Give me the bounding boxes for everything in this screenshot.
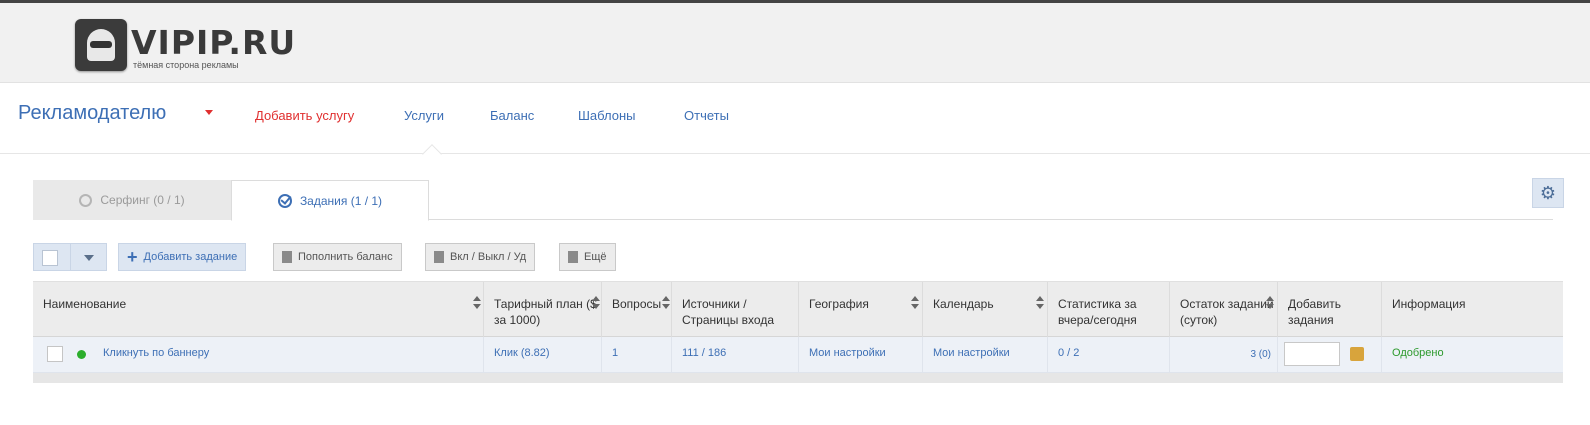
task-name-link[interactable]: Кликнуть по баннеру: [103, 347, 209, 359]
toolbar: + Добавить задание Пополнить баланс Вкл …: [33, 243, 733, 271]
cell-add: [1277, 337, 1381, 373]
status-dot-icon: [77, 350, 86, 359]
col-add-label: Добавить задания: [1288, 297, 1342, 327]
add-tasks-input[interactable]: [1284, 342, 1340, 366]
cell-info: Одобрено: [1381, 337, 1563, 373]
col-stats-label: Статистика за вчера/сегодня: [1058, 297, 1137, 327]
select-all-dropdown[interactable]: [33, 243, 107, 271]
sort-icon[interactable]: [1036, 296, 1044, 310]
chevron-down-icon[interactable]: [84, 255, 94, 261]
nav-add-service[interactable]: Добавить услугу: [255, 108, 354, 123]
cell-questions[interactable]: 1: [601, 337, 671, 373]
nav-reports[interactable]: Отчеты: [684, 108, 729, 123]
caret-down-icon[interactable]: [205, 110, 213, 115]
col-calendar[interactable]: Календарь: [922, 282, 1047, 338]
settings-button[interactable]: ⚙: [1532, 178, 1564, 208]
stats-value[interactable]: 0 / 2: [1058, 347, 1079, 359]
col-questions[interactable]: Вопросы: [601, 282, 671, 338]
top-up-button[interactable]: Пополнить баланс: [273, 243, 402, 271]
plan-value[interactable]: Клик (8.82): [494, 347, 550, 359]
logo-tagline: тёмная сторона рекламы: [133, 60, 239, 70]
select-all-checkbox[interactable]: [42, 250, 58, 266]
col-plan[interactable]: Тарифный план ($ за 1000): [483, 282, 601, 338]
on-off-delete-label: Вкл / Выкл / Уд: [450, 251, 527, 263]
logo-text: VIPIP.RU: [131, 23, 297, 62]
calendar-value[interactable]: Мои настройки: [933, 347, 1010, 359]
col-sources-label: Источники / Страницы входа: [682, 297, 774, 327]
col-geo-label: География: [809, 297, 869, 311]
table-header: Наименование Тарифный план ($ за 1000) В…: [33, 281, 1563, 338]
col-add: Добавить задания: [1277, 282, 1381, 338]
row-checkbox[interactable]: [47, 346, 63, 362]
user-icon: [568, 251, 578, 263]
sort-icon[interactable]: [662, 296, 670, 310]
sort-icon[interactable]: [1266, 296, 1274, 310]
questions-value[interactable]: 1: [612, 347, 618, 359]
cell-calendar[interactable]: Мои настройки: [922, 337, 1047, 373]
tab-tasks[interactable]: Задания (1 / 1): [231, 180, 429, 221]
sort-icon[interactable]: [592, 296, 600, 310]
table-footer: [33, 373, 1563, 383]
status-badge: Одобрено: [1392, 347, 1444, 359]
active-pointer: [422, 144, 442, 164]
main-nav: Рекламодателю Добавить услугу Услуги Бал…: [0, 84, 1590, 164]
col-remaining[interactable]: Остаток заданий (суток): [1169, 282, 1277, 338]
col-name-label: Наименование: [43, 297, 127, 311]
cell-geo[interactable]: Мои настройки: [798, 337, 922, 373]
more-label: Ещё: [584, 251, 607, 263]
plus-icon: +: [127, 247, 138, 267]
col-calendar-label: Календарь: [933, 297, 994, 311]
tab-tasks-label: Задания (1 / 1): [299, 193, 383, 208]
col-geo[interactable]: География: [798, 282, 922, 338]
table-row: Кликнуть по баннеру Клик (8.82) 1 111 / …: [33, 337, 1563, 373]
cell-stats[interactable]: 0 / 2: [1047, 337, 1169, 373]
site-header: VIPIP.RU тёмная сторона рекламы: [0, 3, 1590, 83]
col-plan-label: Тарифный план ($ за 1000): [494, 297, 597, 327]
circle-icon: [79, 193, 93, 207]
wallet-icon: [282, 251, 292, 263]
power-icon: [434, 251, 444, 263]
divider: [70, 244, 71, 270]
tab-surfing-label: Серфинг (0 / 1): [100, 193, 185, 207]
col-info: Информация: [1381, 282, 1563, 338]
cell-plan[interactable]: Клик (8.82): [483, 337, 601, 373]
col-sources: Источники / Страницы входа: [671, 282, 798, 338]
top-up-label: Пополнить баланс: [298, 251, 393, 263]
cell-name: Кликнуть по баннеру: [33, 337, 483, 373]
check-circle-icon: [277, 193, 292, 208]
more-button[interactable]: Ещё: [559, 243, 616, 271]
geo-value[interactable]: Мои настройки: [809, 347, 886, 359]
nav-advertiser-menu[interactable]: Рекламодателю: [18, 102, 166, 125]
add-task-label: Добавить задание: [143, 251, 238, 263]
add-task-button[interactable]: + Добавить задание: [118, 243, 247, 271]
col-name[interactable]: Наименование: [33, 282, 483, 338]
nav-balance[interactable]: Баланс: [490, 108, 534, 123]
col-questions-label: Вопросы: [612, 297, 662, 311]
tab-bar: Серфинг (0 / 1) Задания (1 / 1): [33, 180, 1553, 221]
nav-services[interactable]: Услуги: [404, 108, 444, 123]
col-remaining-label: Остаток заданий (суток): [1180, 297, 1274, 327]
col-info-label: Информация: [1392, 297, 1466, 311]
sort-icon[interactable]: [911, 296, 919, 310]
nav-templates[interactable]: Шаблоны: [578, 108, 636, 123]
sources-value[interactable]: 111 / 186: [682, 347, 726, 359]
sort-icon[interactable]: [473, 296, 481, 310]
remaining-value: 3 (0): [1250, 349, 1271, 360]
add-tasks-submit-icon[interactable]: [1350, 347, 1364, 361]
on-off-delete-button[interactable]: Вкл / Выкл / Уд: [425, 243, 536, 271]
tab-surfing[interactable]: Серфинг (0 / 1): [33, 180, 231, 220]
gear-icon: ⚙: [1539, 182, 1557, 203]
col-stats: Статистика за вчера/сегодня: [1047, 282, 1169, 338]
cell-sources[interactable]: 111 / 186: [671, 337, 798, 373]
site-logo[interactable]: VIPIP.RU тёмная сторона рекламы: [75, 19, 297, 75]
cell-remaining: 3 (0): [1169, 337, 1277, 373]
tasks-table: Наименование Тарифный план ($ за 1000) В…: [33, 281, 1563, 383]
spy-logo-icon: [75, 19, 127, 71]
